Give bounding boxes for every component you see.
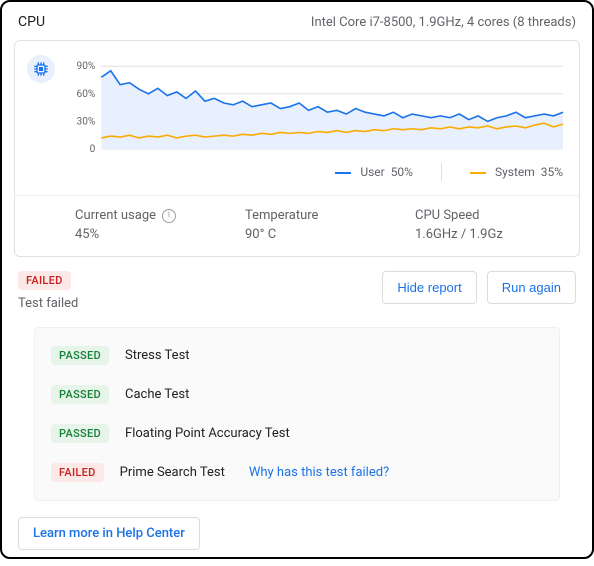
legend-user-value: 50% [391,165,413,179]
test-row: PASSED Floating Point Accuracy Test [35,414,559,453]
temperature-label: Temperature [245,208,375,223]
test-help-link[interactable]: Why has this test failed? [249,465,389,480]
svg-text:30%: 30% [77,116,96,127]
cpu-icon [27,55,55,83]
cpu-model-text: Intel Core i7-8500, 1.9GHz, 4 cores (8 t… [311,15,576,30]
cpu-speed-label: CPU Speed [415,208,545,223]
legend-user: User 50% [335,165,413,179]
svg-text:90%: 90% [77,61,96,72]
svg-text:60%: 60% [77,89,96,100]
test-status-badge: FAILED [51,463,104,482]
overall-status-badge: FAILED [18,271,71,290]
run-again-button[interactable]: Run again [487,271,576,304]
help-center-link[interactable]: Learn more in Help Center [18,517,200,550]
legend-system-label: System [495,165,535,179]
test-row: PASSED Stress Test [35,336,559,375]
test-row: FAILED Prime Search Test Why has this test… [35,453,559,492]
test-name: Cache Test [125,387,189,402]
legend-user-label: User [360,165,384,179]
svg-text:0: 0 [90,144,96,153]
cpu-speed-value: 1.6GHz / 1.9Gz [415,227,545,242]
test-status-badge: PASSED [51,424,109,443]
test-name: Floating Point Accuracy Test [125,426,290,441]
temperature-value: 90° C [245,227,375,242]
cpu-card: 90% 60% 30% 0 User 50% System 35% Current u… [14,40,580,257]
metric-current-usage: Current usage i 45% [75,208,205,242]
current-usage-value: 45% [75,227,205,242]
test-status-badge: PASSED [51,385,109,404]
usage-chart: 90% 60% 30% 0 [63,53,567,153]
info-icon[interactable]: i [162,209,176,223]
chart-legend: User 50% System 35% [15,153,579,195]
test-name: Prime Search Test [120,465,225,480]
test-name: Stress Test [125,348,190,363]
header: CPU Intel Core i7-8500, 1.9GHz, 4 cores … [2,2,592,40]
legend-system-value: 35% [541,165,563,179]
legend-system: System 35% [470,165,563,179]
current-usage-label: Current usage [75,208,156,223]
test-status-badge: PASSED [51,346,109,365]
metrics-row: Current usage i 45% Temperature 90° C CP… [15,195,579,256]
page-title: CPU [18,14,45,30]
overall-status-text: Test failed [18,296,78,311]
hide-report-button[interactable]: Hide report [382,271,476,304]
test-row: PASSED Cache Test [35,375,559,414]
metric-temperature: Temperature 90° C [245,208,375,242]
metric-cpu-speed: CPU Speed 1.6GHz / 1.9Gz [415,208,545,242]
tests-list: PASSED Stress Test PASSED Cache Test PASSED F… [34,327,560,501]
